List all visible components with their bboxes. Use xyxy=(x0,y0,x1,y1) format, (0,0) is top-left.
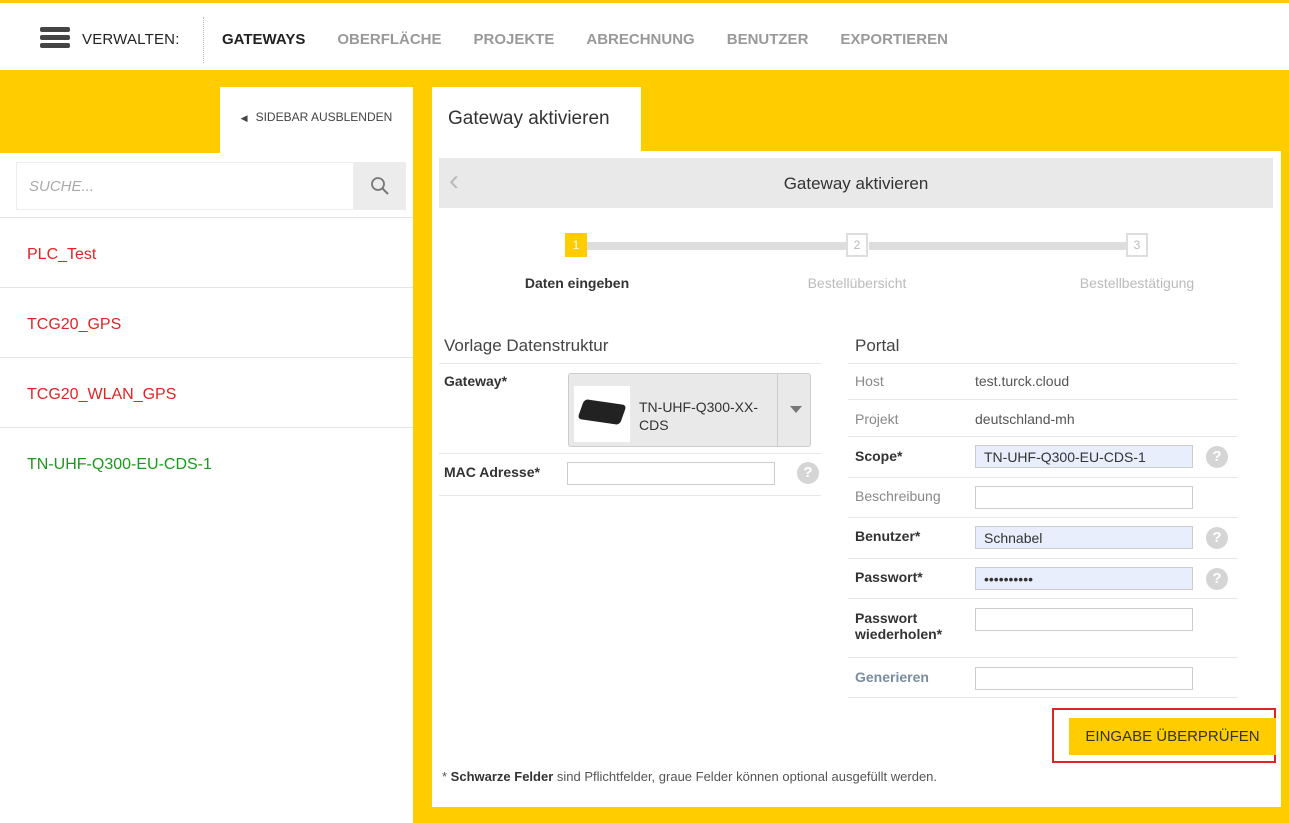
gateway-label: Gateway* xyxy=(444,373,508,389)
search-box xyxy=(16,162,406,210)
top-navigation-bar: VERWALTEN: GATEWAYS OBERFLÄCHE PROJEKTE … xyxy=(0,0,1289,70)
password-input[interactable] xyxy=(975,567,1193,590)
hamburger-menu-icon[interactable] xyxy=(40,27,70,49)
step-1-label: Daten eingeben xyxy=(524,275,630,291)
search-icon xyxy=(371,177,389,195)
footnote-bold: Schwarze Felder xyxy=(450,769,554,784)
divider xyxy=(439,453,821,454)
help-icon[interactable]: ? xyxy=(1206,446,1228,468)
gateway-device-image xyxy=(574,386,630,442)
progress-stepper: 1 2 3 Daten eingeben Bestellübersicht Be… xyxy=(432,233,1281,303)
divider xyxy=(439,363,821,364)
help-icon[interactable]: ? xyxy=(797,462,819,484)
caret-down-icon xyxy=(790,406,802,413)
host-label: Host xyxy=(855,373,884,389)
divider xyxy=(848,436,1238,437)
gateway-list: PLC_Test TCG20_GPS TCG20_WLAN_GPS TN-UHF… xyxy=(0,217,413,497)
sidebar: PLC_Test TCG20_GPS TCG20_WLAN_GPS TN-UHF… xyxy=(0,153,413,823)
scope-label: Scope* xyxy=(855,448,903,464)
nav-abrechnung[interactable]: ABRECHNUNG xyxy=(586,31,694,48)
user-input[interactable] xyxy=(975,526,1193,549)
search-button[interactable] xyxy=(354,162,406,210)
divider xyxy=(848,363,1238,364)
help-icon[interactable]: ? xyxy=(1206,568,1228,590)
tab-gateway-activate[interactable]: Gateway aktivieren xyxy=(432,87,641,151)
project-label: Projekt xyxy=(855,411,899,427)
hide-sidebar-button[interactable]: ◀ SIDEBAR AUSBLENDEN xyxy=(220,87,413,153)
divider xyxy=(848,558,1238,559)
divider xyxy=(848,517,1238,518)
check-input-button[interactable]: EINGABE ÜBERPRÜFEN xyxy=(1069,718,1276,755)
mac-address-input[interactable] xyxy=(567,462,775,485)
generate-link[interactable]: Generieren xyxy=(855,669,929,685)
step-3-label: Bestellbestätigung xyxy=(1079,275,1195,291)
step-1-indicator: 1 xyxy=(565,233,587,257)
panel-header: ‹ Gateway aktivieren xyxy=(439,158,1273,208)
list-item[interactable]: TCG20_WLAN_GPS xyxy=(0,357,413,427)
divider xyxy=(848,399,1238,400)
help-icon[interactable]: ? xyxy=(1206,527,1228,549)
password-repeat-label-line2: wiederholen* xyxy=(855,626,943,642)
divider xyxy=(848,598,1238,599)
project-value: deutschland-mh xyxy=(975,411,1075,427)
password-repeat-label: Passwort wiederholen* xyxy=(855,610,942,642)
step-2-label: Bestellübersicht xyxy=(807,275,907,291)
divider xyxy=(203,17,204,63)
scope-input[interactable] xyxy=(975,445,1193,468)
step-3-indicator: 3 xyxy=(1126,233,1148,257)
step-connector xyxy=(587,242,848,250)
password-repeat-input[interactable] xyxy=(975,608,1193,631)
divider xyxy=(848,697,1238,698)
gateway-select-value: TN-UHF-Q300-XX-CDS xyxy=(639,399,759,433)
list-item[interactable]: TN-UHF-Q300-EU-CDS-1 xyxy=(0,427,413,497)
caret-left-icon: ◀ xyxy=(240,113,248,123)
nav-exportieren[interactable]: EXPORTIEREN xyxy=(840,31,948,48)
gateway-select[interactable]: TN-UHF-Q300-XX-CDS xyxy=(568,373,811,447)
manage-label: VERWALTEN: xyxy=(82,31,180,48)
host-value: test.turck.cloud xyxy=(975,373,1070,389)
nav-projekte[interactable]: PROJEKTE xyxy=(474,31,555,48)
description-input[interactable] xyxy=(975,486,1193,509)
main-nav: GATEWAYS OBERFLÄCHE PROJEKTE ABRECHNUNG … xyxy=(222,31,980,48)
nav-benutzer[interactable]: BENUTZER xyxy=(727,31,809,48)
list-item[interactable]: PLC_Test xyxy=(0,217,413,287)
password-repeat-label-line1: Passwort xyxy=(855,610,918,626)
description-label: Beschreibung xyxy=(855,488,941,504)
mac-address-label: MAC Adresse* xyxy=(444,464,540,480)
section-title-datastructure: Vorlage Datenstruktur xyxy=(444,336,609,355)
step-connector xyxy=(869,242,1128,250)
section-title-portal: Portal xyxy=(855,336,900,355)
panel-title: Gateway aktivieren xyxy=(783,174,929,193)
nav-oberflaeche[interactable]: OBERFLÄCHE xyxy=(337,31,441,48)
hide-sidebar-label: SIDEBAR AUSBLENDEN xyxy=(255,110,393,124)
activation-panel: ‹ Gateway aktivieren 1 2 3 Daten eingebe… xyxy=(432,151,1281,807)
password-label: Passwort* xyxy=(855,569,923,585)
nav-gateways[interactable]: GATEWAYS xyxy=(222,31,305,48)
generate-input[interactable] xyxy=(975,667,1193,690)
divider xyxy=(439,495,821,496)
list-item[interactable]: TCG20_GPS xyxy=(0,287,413,357)
user-label: Benutzer* xyxy=(855,528,921,544)
step-2-indicator: 2 xyxy=(846,233,868,257)
divider xyxy=(848,477,1238,478)
footnote: * Schwarze Felder sind Pflichtfelder, gr… xyxy=(442,769,938,784)
search-input[interactable] xyxy=(16,162,354,210)
dropdown-toggle[interactable] xyxy=(777,374,812,446)
divider xyxy=(848,657,1238,658)
